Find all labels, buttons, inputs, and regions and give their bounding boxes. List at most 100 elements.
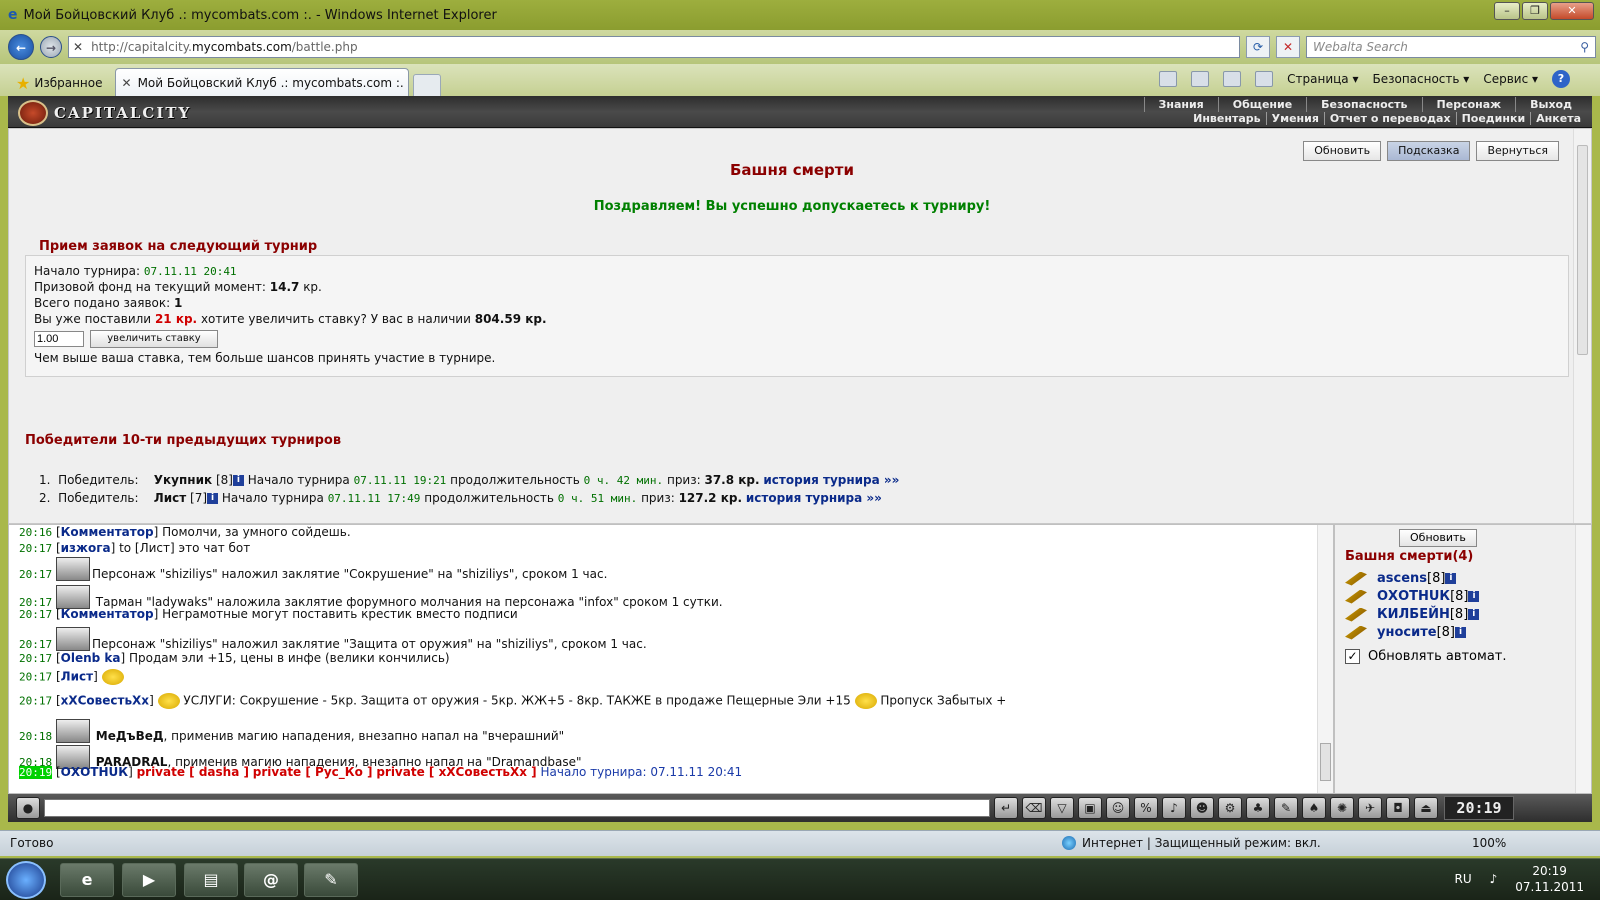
tab-active[interactable]: ✕ Мой Бойцовский Клуб .: mycombats.com :…: [114, 68, 409, 96]
nav-knowledge[interactable]: Знания: [1143, 97, 1218, 112]
chat-time[interactable]: 20:19: [19, 766, 53, 779]
filter-icon[interactable]: ▽: [1050, 797, 1074, 819]
chat-nick[interactable]: Лист: [61, 670, 93, 684]
sound-icon[interactable]: ♪: [1162, 797, 1186, 819]
info-icon[interactable]: i: [1454, 627, 1466, 638]
user-nick[interactable]: ОХОТНUК: [1377, 589, 1450, 604]
menu-security[interactable]: Безопасность ▾: [1372, 72, 1469, 86]
search-icon[interactable]: ⚲: [1580, 40, 1589, 54]
media-taskbar-icon[interactable]: ▶: [122, 863, 176, 897]
mask-icon[interactable]: ♠: [1302, 797, 1326, 819]
chat-time[interactable]: 20:17: [19, 608, 52, 621]
search-input[interactable]: Webalta Search ⚲: [1306, 36, 1596, 58]
print-icon[interactable]: [1255, 71, 1274, 87]
chat-actor[interactable]: МеДъВеД: [96, 729, 164, 743]
nav-transfers[interactable]: Отчет о переводах: [1323, 112, 1456, 125]
save-icon[interactable]: ▣: [1078, 797, 1102, 819]
rune-icon[interactable]: ✺: [1330, 797, 1354, 819]
tray-clock[interactable]: 20:19 07.11.2011: [1515, 863, 1584, 895]
auto-refresh-checkbox[interactable]: ✓: [1345, 649, 1360, 664]
scroll-thumb[interactable]: [1577, 145, 1588, 355]
chat-mode-icon[interactable]: ●: [16, 797, 40, 819]
history-link[interactable]: история турнира »»: [746, 491, 882, 505]
private-tag[interactable]: private [ dasha ]: [137, 765, 249, 779]
case-icon[interactable]: ◘: [1386, 797, 1410, 819]
nav-inventory[interactable]: Инвентарь: [1188, 112, 1265, 125]
url-field[interactable]: ✕ http://capitalcity. mycombats.com/battl…: [68, 36, 1240, 58]
room-scrollbar[interactable]: [1575, 525, 1591, 793]
forward-button[interactable]: →: [40, 36, 62, 58]
send-icon[interactable]: ↵: [994, 797, 1018, 819]
zoom-level[interactable]: 100%: [1472, 836, 1506, 850]
help-icon[interactable]: ?: [1552, 70, 1570, 88]
winner-nick[interactable]: Укупник: [154, 473, 212, 487]
chat-time[interactable]: 20:17: [19, 695, 52, 708]
chat-input[interactable]: [44, 799, 990, 817]
smiles-icon[interactable]: ☻: [1190, 797, 1214, 819]
bet-input[interactable]: [34, 331, 84, 347]
chat-time[interactable]: 20:17: [19, 652, 52, 665]
back-return-button[interactable]: Вернуться: [1476, 141, 1559, 161]
settings-icon[interactable]: ⚙: [1218, 797, 1242, 819]
user-nick[interactable]: уносите: [1377, 625, 1437, 640]
info-icon[interactable]: i: [1445, 573, 1457, 584]
room-refresh-button[interactable]: Обновить: [1399, 529, 1477, 547]
chat-time[interactable]: 20:17: [19, 542, 52, 555]
paint-taskbar-icon[interactable]: ✎: [304, 863, 358, 897]
exit-icon[interactable]: ⏏: [1414, 797, 1438, 819]
chat-nick[interactable]: хХСовестьХх: [61, 694, 149, 708]
info-icon[interactable]: i: [232, 475, 244, 486]
menu-page[interactable]: Страница ▾: [1287, 72, 1358, 86]
scroll-icon[interactable]: ✎: [1274, 797, 1298, 819]
nav-exit[interactable]: Выход: [1515, 97, 1586, 112]
bird-icon[interactable]: ✈: [1358, 797, 1382, 819]
eraser-icon[interactable]: ⌫: [1022, 797, 1046, 819]
chat-nick[interactable]: изжога: [61, 541, 111, 555]
back-button[interactable]: ←: [8, 34, 34, 60]
chat-nick[interactable]: ОХОТНUК: [61, 765, 128, 779]
menu-tools[interactable]: Сервис ▾: [1483, 72, 1538, 86]
private-tag[interactable]: private [ Рус_Ко ]: [253, 765, 373, 779]
feeds-icon[interactable]: [1191, 71, 1210, 87]
info-icon[interactable]: i: [1468, 591, 1480, 602]
maximize-button[interactable]: ❐: [1522, 2, 1548, 20]
minimize-button[interactable]: –: [1494, 2, 1520, 20]
close-button[interactable]: ✕: [1550, 2, 1594, 20]
chat-time[interactable]: 20:16: [19, 526, 52, 539]
winner-nick[interactable]: Лист: [154, 491, 186, 505]
chat-time[interactable]: 20:17: [19, 638, 52, 651]
translit-icon[interactable]: %: [1134, 797, 1158, 819]
start-button[interactable]: [6, 861, 46, 899]
chat-time[interactable]: 20:18: [19, 730, 52, 743]
stop-icon[interactable]: ✕: [1276, 36, 1300, 58]
new-tab-button[interactable]: [412, 74, 441, 96]
mail-icon[interactable]: [1223, 71, 1242, 87]
hint-button[interactable]: Подсказка: [1387, 141, 1471, 161]
history-link[interactable]: история турнира »»: [763, 473, 899, 487]
home-icon[interactable]: [1159, 71, 1178, 87]
nav-skills[interactable]: Умения: [1265, 112, 1324, 125]
increase-bet-button[interactable]: увеличить ставку: [90, 330, 218, 348]
user-nick[interactable]: КИЛБЕЙН: [1377, 607, 1450, 622]
speaker-icon[interactable]: ♪: [1490, 872, 1498, 886]
chat-time[interactable]: 20:17: [19, 671, 52, 684]
refresh-button[interactable]: Обновить: [1303, 141, 1382, 161]
user-nick[interactable]: ascens: [1377, 571, 1427, 586]
nav-communication[interactable]: Общение: [1217, 97, 1306, 112]
chat-nick[interactable]: Комментатор: [61, 607, 154, 621]
language-indicator[interactable]: RU: [1454, 872, 1471, 886]
info-icon[interactable]: i: [207, 493, 219, 504]
nav-character[interactable]: Персонаж: [1421, 97, 1516, 112]
players-icon[interactable]: ☺: [1106, 797, 1130, 819]
chat-nick[interactable]: Комментатор: [61, 525, 154, 539]
folder-taskbar-icon[interactable]: ▤: [184, 863, 238, 897]
favorites-button[interactable]: ★ Избранное: [8, 70, 111, 96]
refresh-icon[interactable]: ⟳: [1246, 36, 1270, 58]
main-scrollbar[interactable]: [1573, 129, 1591, 523]
ie-taskbar-icon[interactable]: e: [60, 863, 114, 897]
nav-fights[interactable]: Поединки: [1455, 112, 1531, 125]
chat-nick[interactable]: Olenb ka: [61, 651, 121, 665]
chat-time[interactable]: 20:17: [19, 568, 52, 581]
nav-profile[interactable]: Анкета: [1530, 112, 1586, 125]
info-icon[interactable]: i: [1468, 609, 1480, 620]
